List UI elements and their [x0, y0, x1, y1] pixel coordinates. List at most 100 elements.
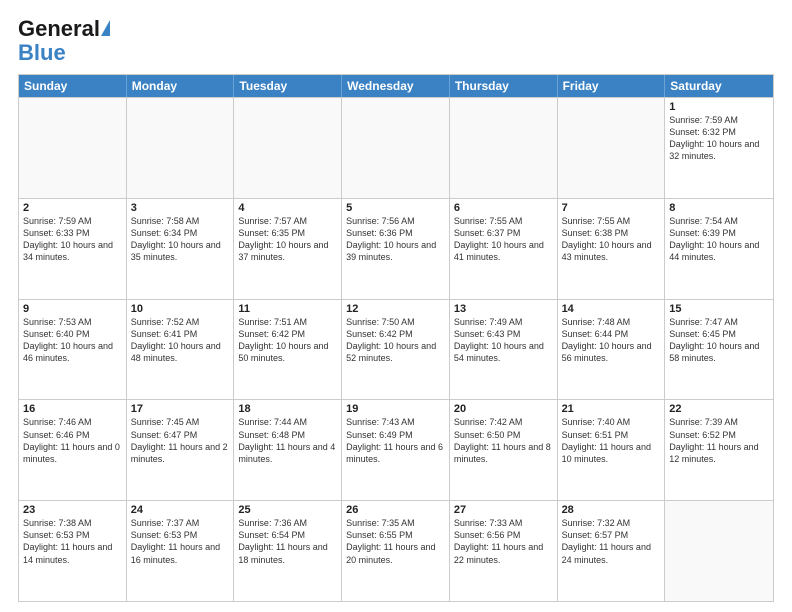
logo-blue: Blue — [18, 40, 66, 66]
cal-cell: 16Sunrise: 7:46 AM Sunset: 6:46 PM Dayli… — [19, 400, 127, 500]
day-number: 10 — [131, 303, 230, 315]
cell-info: Sunrise: 7:51 AM Sunset: 6:42 PM Dayligh… — [238, 316, 337, 365]
cal-cell: 24Sunrise: 7:37 AM Sunset: 6:53 PM Dayli… — [127, 501, 235, 601]
cell-info: Sunrise: 7:48 AM Sunset: 6:44 PM Dayligh… — [562, 316, 661, 365]
cal-cell: 1Sunrise: 7:59 AM Sunset: 6:32 PM Daylig… — [665, 98, 773, 198]
day-number: 11 — [238, 303, 337, 315]
cal-cell — [665, 501, 773, 601]
day-number: 6 — [454, 202, 553, 214]
cal-cell: 5Sunrise: 7:56 AM Sunset: 6:36 PM Daylig… — [342, 199, 450, 299]
cell-info: Sunrise: 7:36 AM Sunset: 6:54 PM Dayligh… — [238, 517, 337, 566]
cal-cell: 8Sunrise: 7:54 AM Sunset: 6:39 PM Daylig… — [665, 199, 773, 299]
cell-info: Sunrise: 7:40 AM Sunset: 6:51 PM Dayligh… — [562, 416, 661, 465]
day-number: 16 — [23, 403, 122, 415]
cell-info: Sunrise: 7:43 AM Sunset: 6:49 PM Dayligh… — [346, 416, 445, 465]
day-number: 20 — [454, 403, 553, 415]
cal-cell: 17Sunrise: 7:45 AM Sunset: 6:47 PM Dayli… — [127, 400, 235, 500]
day-number: 28 — [562, 504, 661, 516]
week-row-1: 1Sunrise: 7:59 AM Sunset: 6:32 PM Daylig… — [19, 97, 773, 198]
cell-info: Sunrise: 7:42 AM Sunset: 6:50 PM Dayligh… — [454, 416, 553, 465]
calendar-body: 1Sunrise: 7:59 AM Sunset: 6:32 PM Daylig… — [19, 97, 773, 601]
cell-info: Sunrise: 7:56 AM Sunset: 6:36 PM Dayligh… — [346, 215, 445, 264]
cell-info: Sunrise: 7:47 AM Sunset: 6:45 PM Dayligh… — [669, 316, 769, 365]
day-number: 23 — [23, 504, 122, 516]
day-number: 2 — [23, 202, 122, 214]
cal-cell: 13Sunrise: 7:49 AM Sunset: 6:43 PM Dayli… — [450, 300, 558, 400]
cal-cell: 23Sunrise: 7:38 AM Sunset: 6:53 PM Dayli… — [19, 501, 127, 601]
week-row-2: 2Sunrise: 7:59 AM Sunset: 6:33 PM Daylig… — [19, 198, 773, 299]
weekday-header-wednesday: Wednesday — [342, 75, 450, 97]
day-number: 4 — [238, 202, 337, 214]
weekday-header-thursday: Thursday — [450, 75, 558, 97]
day-number: 12 — [346, 303, 445, 315]
day-number: 5 — [346, 202, 445, 214]
cal-cell: 21Sunrise: 7:40 AM Sunset: 6:51 PM Dayli… — [558, 400, 666, 500]
day-number: 18 — [238, 403, 337, 415]
cal-cell: 3Sunrise: 7:58 AM Sunset: 6:34 PM Daylig… — [127, 199, 235, 299]
weekday-header-monday: Monday — [127, 75, 235, 97]
day-number: 24 — [131, 504, 230, 516]
cal-cell — [234, 98, 342, 198]
week-row-5: 23Sunrise: 7:38 AM Sunset: 6:53 PM Dayli… — [19, 500, 773, 601]
cell-info: Sunrise: 7:37 AM Sunset: 6:53 PM Dayligh… — [131, 517, 230, 566]
cal-cell: 25Sunrise: 7:36 AM Sunset: 6:54 PM Dayli… — [234, 501, 342, 601]
cal-cell: 9Sunrise: 7:53 AM Sunset: 6:40 PM Daylig… — [19, 300, 127, 400]
cell-info: Sunrise: 7:55 AM Sunset: 6:37 PM Dayligh… — [454, 215, 553, 264]
day-number: 17 — [131, 403, 230, 415]
day-number: 21 — [562, 403, 661, 415]
cell-info: Sunrise: 7:32 AM Sunset: 6:57 PM Dayligh… — [562, 517, 661, 566]
weekday-header-friday: Friday — [558, 75, 666, 97]
day-number: 27 — [454, 504, 553, 516]
cell-info: Sunrise: 7:50 AM Sunset: 6:42 PM Dayligh… — [346, 316, 445, 365]
cell-info: Sunrise: 7:52 AM Sunset: 6:41 PM Dayligh… — [131, 316, 230, 365]
cal-cell: 12Sunrise: 7:50 AM Sunset: 6:42 PM Dayli… — [342, 300, 450, 400]
day-number: 9 — [23, 303, 122, 315]
calendar-header-row: SundayMondayTuesdayWednesdayThursdayFrid… — [19, 75, 773, 97]
day-number: 19 — [346, 403, 445, 415]
cell-info: Sunrise: 7:59 AM Sunset: 6:33 PM Dayligh… — [23, 215, 122, 264]
cal-cell: 28Sunrise: 7:32 AM Sunset: 6:57 PM Dayli… — [558, 501, 666, 601]
week-row-4: 16Sunrise: 7:46 AM Sunset: 6:46 PM Dayli… — [19, 399, 773, 500]
cal-cell: 11Sunrise: 7:51 AM Sunset: 6:42 PM Dayli… — [234, 300, 342, 400]
cal-cell: 27Sunrise: 7:33 AM Sunset: 6:56 PM Dayli… — [450, 501, 558, 601]
cal-cell: 10Sunrise: 7:52 AM Sunset: 6:41 PM Dayli… — [127, 300, 235, 400]
cal-cell — [127, 98, 235, 198]
cell-info: Sunrise: 7:58 AM Sunset: 6:34 PM Dayligh… — [131, 215, 230, 264]
logo-triangle-icon — [101, 20, 110, 36]
cal-cell — [558, 98, 666, 198]
cell-info: Sunrise: 7:49 AM Sunset: 6:43 PM Dayligh… — [454, 316, 553, 365]
cal-cell: 14Sunrise: 7:48 AM Sunset: 6:44 PM Dayli… — [558, 300, 666, 400]
cell-info: Sunrise: 7:57 AM Sunset: 6:35 PM Dayligh… — [238, 215, 337, 264]
cell-info: Sunrise: 7:54 AM Sunset: 6:39 PM Dayligh… — [669, 215, 769, 264]
logo-general: General — [18, 18, 100, 40]
cell-info: Sunrise: 7:45 AM Sunset: 6:47 PM Dayligh… — [131, 416, 230, 465]
cal-cell: 2Sunrise: 7:59 AM Sunset: 6:33 PM Daylig… — [19, 199, 127, 299]
cell-info: Sunrise: 7:33 AM Sunset: 6:56 PM Dayligh… — [454, 517, 553, 566]
cal-cell: 19Sunrise: 7:43 AM Sunset: 6:49 PM Dayli… — [342, 400, 450, 500]
cell-info: Sunrise: 7:55 AM Sunset: 6:38 PM Dayligh… — [562, 215, 661, 264]
page: General Blue SundayMondayTuesdayWednesda… — [0, 0, 792, 612]
cell-info: Sunrise: 7:38 AM Sunset: 6:53 PM Dayligh… — [23, 517, 122, 566]
cell-info: Sunrise: 7:39 AM Sunset: 6:52 PM Dayligh… — [669, 416, 769, 465]
cell-info: Sunrise: 7:59 AM Sunset: 6:32 PM Dayligh… — [669, 114, 769, 163]
week-row-3: 9Sunrise: 7:53 AM Sunset: 6:40 PM Daylig… — [19, 299, 773, 400]
day-number: 1 — [669, 101, 769, 113]
cal-cell: 15Sunrise: 7:47 AM Sunset: 6:45 PM Dayli… — [665, 300, 773, 400]
cal-cell: 18Sunrise: 7:44 AM Sunset: 6:48 PM Dayli… — [234, 400, 342, 500]
day-number: 22 — [669, 403, 769, 415]
cal-cell: 6Sunrise: 7:55 AM Sunset: 6:37 PM Daylig… — [450, 199, 558, 299]
cell-info: Sunrise: 7:53 AM Sunset: 6:40 PM Dayligh… — [23, 316, 122, 365]
cal-cell: 20Sunrise: 7:42 AM Sunset: 6:50 PM Dayli… — [450, 400, 558, 500]
cal-cell — [19, 98, 127, 198]
cal-cell: 4Sunrise: 7:57 AM Sunset: 6:35 PM Daylig… — [234, 199, 342, 299]
day-number: 25 — [238, 504, 337, 516]
day-number: 3 — [131, 202, 230, 214]
day-number: 7 — [562, 202, 661, 214]
cell-info: Sunrise: 7:44 AM Sunset: 6:48 PM Dayligh… — [238, 416, 337, 465]
header: General Blue — [18, 18, 774, 66]
cal-cell — [450, 98, 558, 198]
day-number: 15 — [669, 303, 769, 315]
cal-cell: 22Sunrise: 7:39 AM Sunset: 6:52 PM Dayli… — [665, 400, 773, 500]
cal-cell: 7Sunrise: 7:55 AM Sunset: 6:38 PM Daylig… — [558, 199, 666, 299]
weekday-header-sunday: Sunday — [19, 75, 127, 97]
